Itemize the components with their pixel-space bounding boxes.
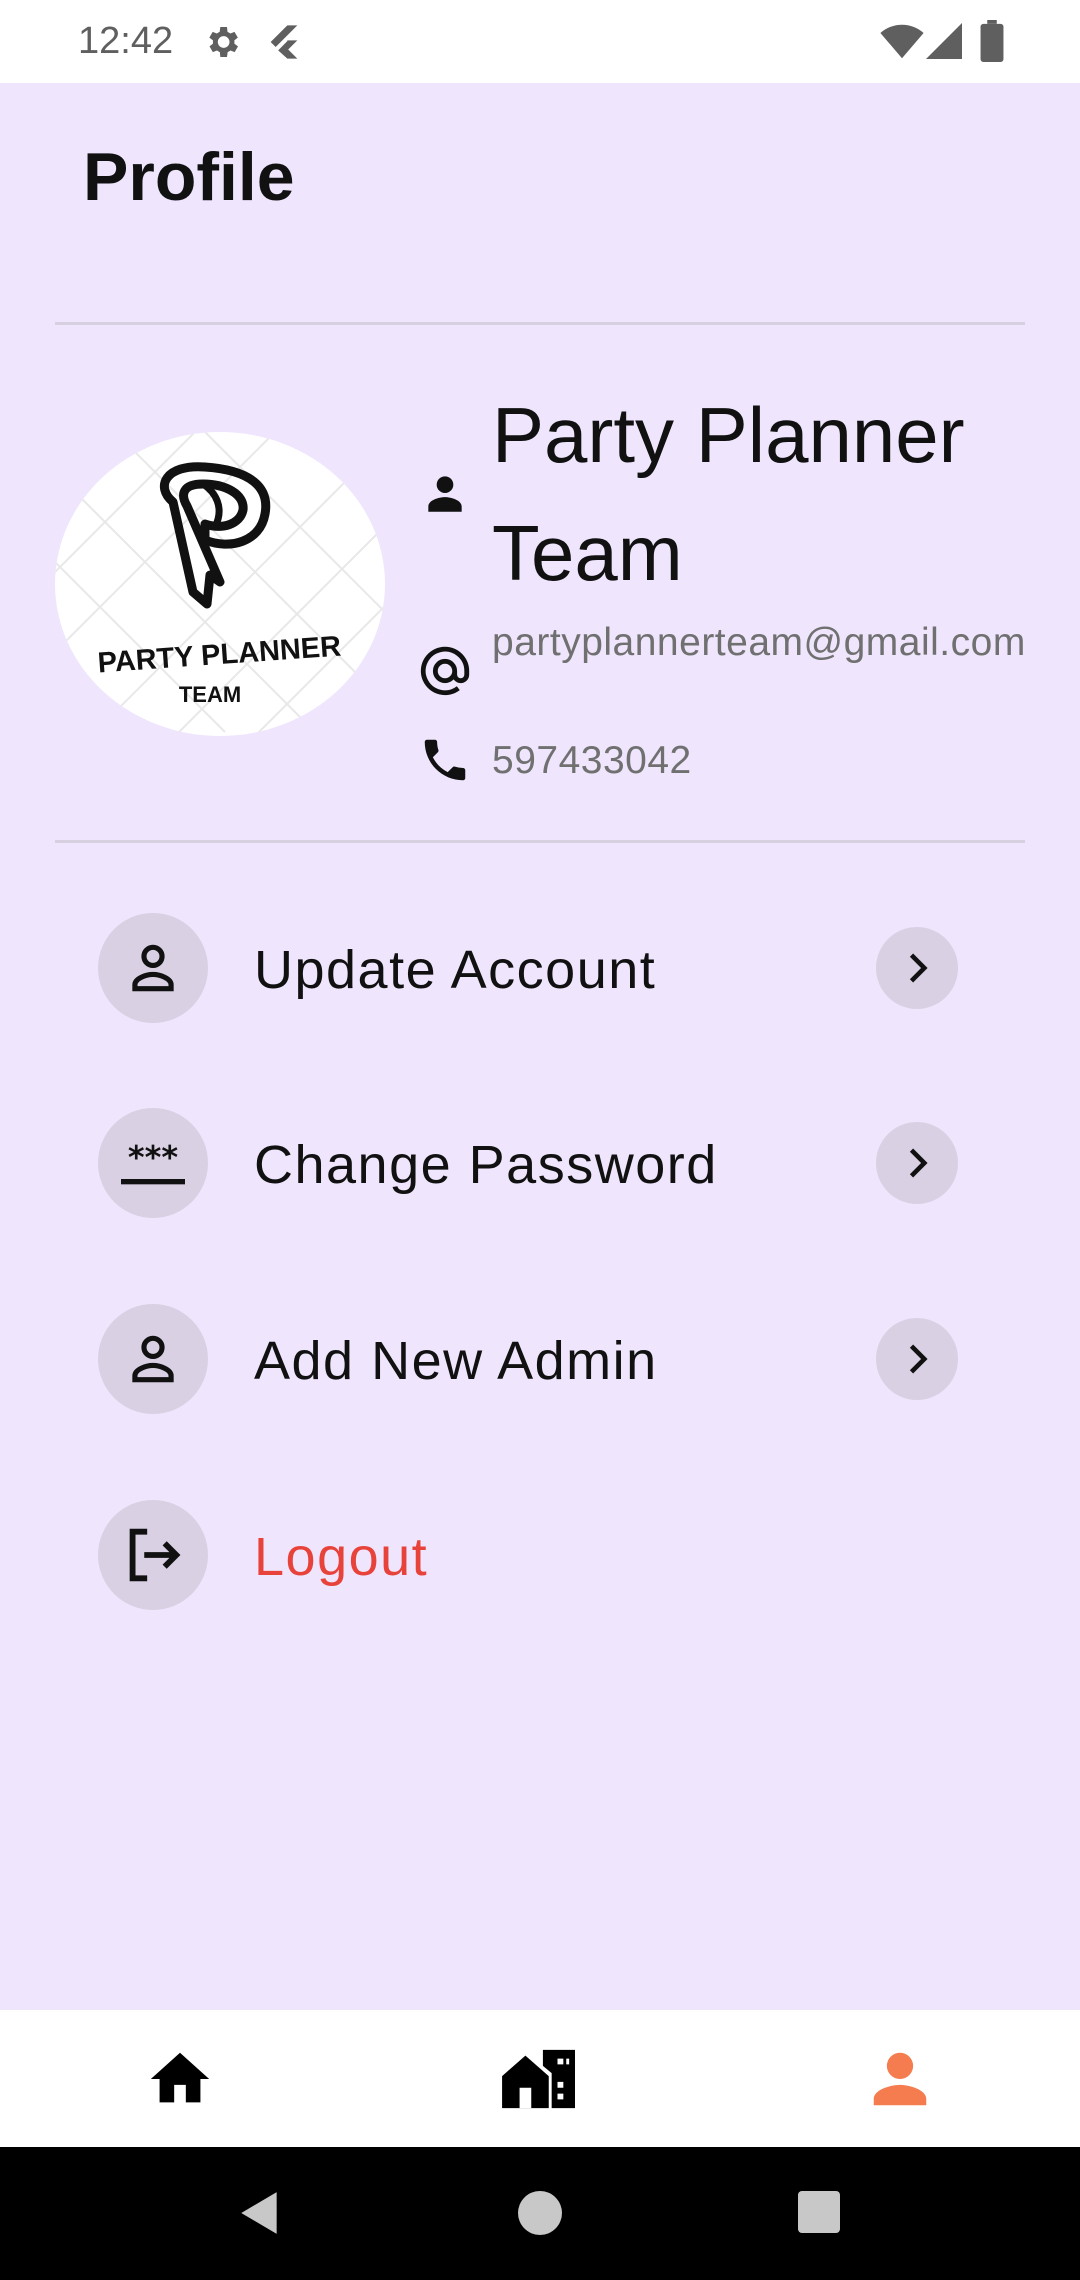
settings-gear-icon	[209, 27, 238, 57]
nav-home[interactable]	[0, 2010, 360, 2147]
page-title: Profile	[83, 139, 295, 215]
menu-circle	[98, 913, 208, 1023]
menu-circle	[98, 1500, 208, 1610]
chevron-right-button[interactable]	[876, 1318, 958, 1400]
recents-button[interactable]	[798, 2191, 840, 2233]
menu-update-account[interactable]: Update Account	[98, 913, 958, 1023]
back-icon[interactable]	[235, 2187, 285, 2239]
signal-icon	[926, 23, 962, 59]
chevron-right-button[interactable]	[876, 1122, 958, 1204]
divider-bottom	[55, 840, 1025, 843]
chevron-right-button[interactable]	[876, 927, 958, 1009]
avatar: PARTY PLANNER TEAM	[55, 432, 385, 736]
nav-profile[interactable]	[720, 2010, 1080, 2147]
battery-icon	[980, 20, 1004, 62]
person-outline-icon	[132, 944, 174, 992]
chevron-right-icon	[909, 953, 928, 983]
password-icon: ***	[121, 1138, 185, 1185]
at-icon	[420, 646, 470, 696]
menu-circle	[98, 1304, 208, 1414]
logo-text-line2: TEAM	[179, 682, 241, 707]
status-bar: 12:42	[0, 0, 1080, 83]
person-icon	[428, 476, 462, 512]
menu-label: Add New Admin	[254, 1331, 658, 1391]
home-button[interactable]	[518, 2191, 562, 2235]
menu-label: Change Password	[254, 1135, 718, 1195]
menu-change-password[interactable]: *** Change Password	[98, 1108, 958, 1218]
phone-icon	[424, 739, 466, 781]
person-outline-icon	[132, 1335, 174, 1383]
person-icon	[873, 2052, 927, 2105]
chevron-right-icon	[909, 1344, 928, 1374]
nav-business[interactable]	[360, 2010, 720, 2147]
system-navigation-bar	[0, 2147, 1080, 2280]
svg-text:***: ***	[128, 1138, 178, 1176]
profile-name: Party Planner Team	[492, 391, 965, 597]
menu-label-logout: Logout	[254, 1527, 429, 1587]
menu-circle: ***	[98, 1108, 208, 1218]
logo-text-line1: PARTY PLANNER	[97, 631, 343, 680]
home-icon	[150, 2052, 210, 2102]
menu-logout[interactable]: Logout	[98, 1500, 958, 1610]
menu-add-new-admin[interactable]: Add New Admin	[98, 1304, 958, 1414]
wifi-icon	[880, 24, 924, 59]
flutter-icon	[270, 25, 298, 59]
menu-label: Update Account	[254, 940, 657, 1000]
business-icon	[502, 2049, 575, 2108]
divider-top	[55, 322, 1025, 325]
chevron-right-icon	[909, 1148, 928, 1178]
profile-email: partyplannerteam@gmail.com	[492, 621, 1026, 664]
party-planner-logo: PARTY PLANNER TEAM	[55, 432, 385, 736]
bottom-navigation	[0, 2010, 1080, 2147]
status-time: 12:42	[78, 20, 174, 62]
logout-icon	[129, 1528, 181, 1582]
profile-phone: 597433042	[492, 739, 692, 782]
